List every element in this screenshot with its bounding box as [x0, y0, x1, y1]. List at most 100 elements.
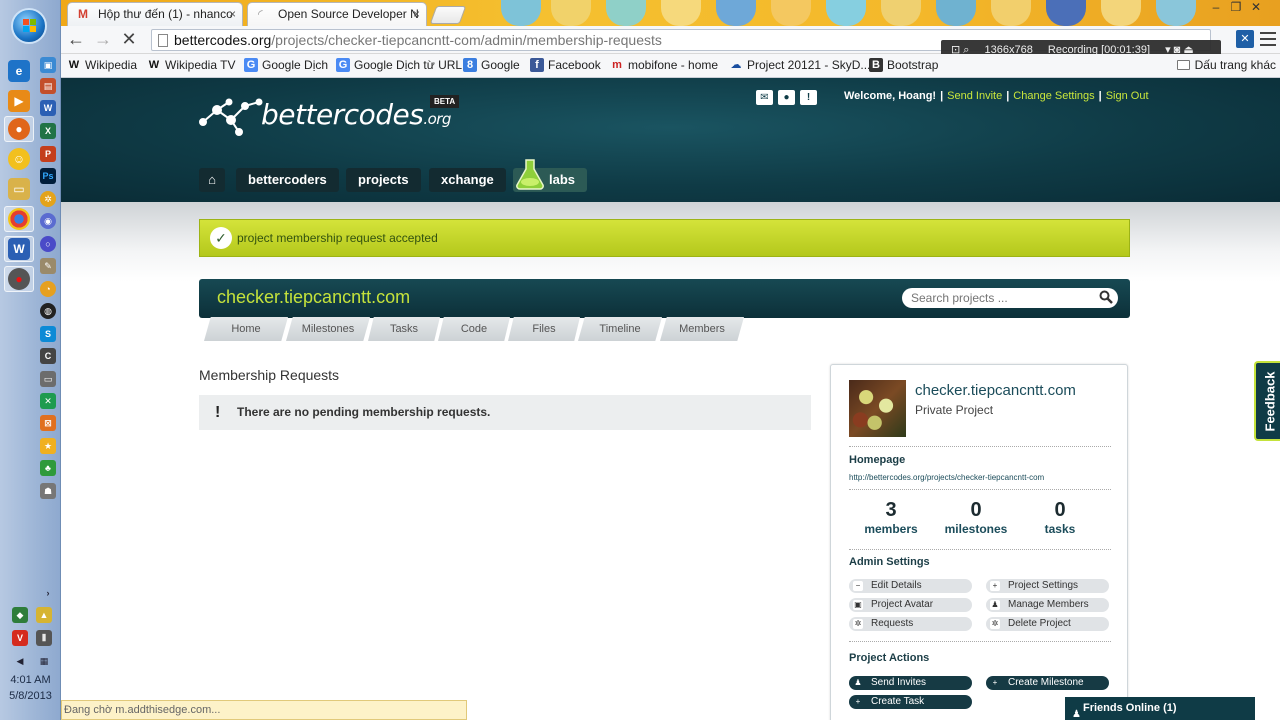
bookmark-wikipedia-tv[interactable]: W Wikipedia TV: [147, 58, 236, 72]
friends-online-bar[interactable]: ♟ Friends Online (1): [1065, 697, 1255, 720]
menu-icon[interactable]: [1260, 32, 1276, 46]
tab-members[interactable]: Members: [660, 317, 744, 341]
tab-tasks[interactable]: Tasks: [368, 317, 440, 341]
word-small-icon[interactable]: W: [40, 100, 56, 116]
project-avatar-label: Project Avatar: [871, 599, 934, 610]
stat-milestones[interactable]: 0 milestones: [931, 499, 1021, 536]
terminal-icon[interactable]: C: [40, 348, 56, 364]
tab-gmail[interactable]: M Hộp thư đến (1) - nhanco ×: [67, 2, 243, 26]
volume-tray-icon[interactable]: ◀: [12, 653, 28, 669]
xampp-orange-icon[interactable]: ⊠: [40, 415, 56, 431]
tab-timeline[interactable]: Timeline: [578, 317, 662, 341]
system-clock[interactable]: 4:01 AM 5/8/2013: [0, 672, 61, 704]
chrome-icon[interactable]: [8, 208, 30, 230]
new-tab-button[interactable]: [429, 6, 467, 24]
edit-details-button[interactable]: − Edit Details: [849, 579, 972, 593]
change-settings-link[interactable]: Change Settings: [1013, 90, 1094, 102]
media-player-icon[interactable]: ▶: [8, 90, 30, 112]
bookmark-facebook[interactable]: f Facebook: [530, 58, 601, 72]
alien-app-icon[interactable]: ☗: [40, 483, 56, 499]
restore-icon[interactable]: ❐: [1226, 0, 1246, 14]
tab-milestones[interactable]: Milestones: [286, 317, 370, 341]
monitor-app-icon[interactable]: ▭: [40, 371, 56, 387]
send-invites-button[interactable]: ♟ Send Invites: [849, 676, 972, 690]
user-icon[interactable]: ●: [778, 90, 795, 105]
requests-button[interactable]: ✲ Requests: [849, 617, 972, 631]
bookmark-google-dich[interactable]: G Google Dịch: [244, 58, 328, 72]
project-avatar-button[interactable]: ▣ Project Avatar: [849, 598, 972, 612]
network-status-icon[interactable]: ▦: [36, 653, 52, 669]
steam-icon[interactable]: ◍: [40, 303, 56, 319]
tab-gmail-close-icon[interactable]: ×: [229, 7, 236, 21]
bookmark-skydrive[interactable]: ☁ Project 20121 - SkyD...: [729, 58, 871, 72]
minimize-icon[interactable]: –: [1206, 0, 1226, 14]
tab-home[interactable]: Home: [204, 317, 288, 341]
app-icon[interactable]: ▤: [40, 78, 56, 94]
bookmark-google[interactable]: 8 Google: [463, 58, 520, 72]
create-task-button[interactable]: + Create Task: [849, 695, 972, 709]
create-milestone-button[interactable]: + Create Milestone: [986, 676, 1109, 690]
start-button[interactable]: [11, 8, 47, 44]
alert-icon[interactable]: !: [800, 90, 817, 105]
usb-tray-icon[interactable]: ⫴: [36, 630, 52, 646]
xampp-icon[interactable]: ✕: [40, 393, 56, 409]
tab-files[interactable]: Files: [508, 317, 580, 341]
messenger-icon[interactable]: ☺: [8, 148, 30, 170]
nav-home-button[interactable]: ⌂: [199, 168, 225, 192]
nav-labs[interactable]: labs: [513, 159, 588, 192]
extension-icon[interactable]: ✕: [1236, 30, 1254, 48]
project-avatar[interactable]: [849, 380, 906, 437]
browser-app-icon[interactable]: ◉: [40, 213, 56, 229]
tab-code[interactable]: Code: [438, 317, 510, 341]
sign-out-link[interactable]: Sign Out: [1106, 90, 1149, 102]
powerpoint-icon[interactable]: P: [40, 146, 56, 162]
project-settings-button[interactable]: + Project Settings: [986, 579, 1109, 593]
nav-bettercoders[interactable]: bettercoders: [236, 168, 339, 192]
photoshop-icon[interactable]: Ps: [40, 168, 56, 184]
recorder-icon[interactable]: ●: [8, 268, 30, 290]
sidebar-project-name[interactable]: checker.tiepcancntt.com: [915, 382, 1076, 399]
other-bookmarks[interactable]: Dấu trang khác: [1176, 58, 1276, 72]
skype-icon[interactable]: S: [40, 326, 56, 342]
explorer-folder-icon[interactable]: ▭: [8, 178, 30, 200]
gear-app-icon[interactable]: ✲: [40, 191, 56, 207]
stat-members[interactable]: 3 members: [846, 499, 936, 536]
stat-tasks[interactable]: 0 tasks: [1015, 499, 1105, 536]
delete-project-button[interactable]: ✲ Delete Project: [986, 617, 1109, 631]
bookmark-google-dich-url[interactable]: G Google Dịch từ URL: [336, 58, 462, 72]
search-icon[interactable]: [1099, 290, 1113, 304]
nav-projects[interactable]: projects: [346, 168, 421, 192]
tray-app-icon[interactable]: ▲: [36, 607, 52, 623]
tree-app-icon[interactable]: ♣: [40, 460, 56, 476]
back-arrow-icon[interactable]: ←: [66, 30, 86, 50]
antivirus-tray-icon[interactable]: V: [12, 630, 28, 646]
tab-bettercodes[interactable]: ◜ Open Source Developer N ×: [247, 2, 427, 26]
feedback-tab[interactable]: Feedback: [1254, 361, 1280, 441]
send-invite-link[interactable]: Send Invite: [947, 90, 1002, 102]
firefox-icon[interactable]: ●: [8, 118, 30, 140]
tool-app-icon[interactable]: ✎: [40, 258, 56, 274]
mail-icon[interactable]: ✉: [756, 90, 773, 105]
manage-members-button[interactable]: ♟ Manage Members: [986, 598, 1109, 612]
tray-expand-icon[interactable]: ›: [40, 585, 56, 601]
nav-xchange[interactable]: xchange: [429, 168, 506, 192]
bookmark-bootstrap[interactable]: B Bootstrap: [869, 58, 938, 72]
bettercodes-logo[interactable]: bettercodes.org: [199, 92, 459, 142]
circle-app-icon[interactable]: ○: [40, 236, 56, 252]
clock-app-icon[interactable]: ◔: [40, 281, 56, 297]
search-projects-input[interactable]: [902, 288, 1118, 308]
excel-icon[interactable]: X: [40, 123, 56, 139]
bookmark-mobifone[interactable]: m mobifone - home: [610, 58, 718, 72]
ie-icon[interactable]: e: [8, 60, 30, 82]
forward-arrow-icon[interactable]: →: [93, 30, 113, 50]
tab-bettercodes-close-icon[interactable]: ×: [413, 7, 420, 21]
close-window-icon[interactable]: ✕: [1246, 0, 1266, 14]
homepage-url[interactable]: http://bettercodes.org/projects/checker-…: [849, 473, 1044, 482]
star-app-icon[interactable]: ★: [40, 438, 56, 454]
project-title[interactable]: checker.tiepcancntt.com: [217, 287, 410, 308]
network-tray-icon[interactable]: ◆: [12, 607, 28, 623]
word-icon[interactable]: W: [8, 238, 30, 260]
stop-loading-icon[interactable]: ✕: [119, 30, 139, 50]
desktop-icon[interactable]: ▣: [40, 57, 56, 73]
bookmark-wikipedia[interactable]: W Wikipedia: [67, 58, 137, 72]
